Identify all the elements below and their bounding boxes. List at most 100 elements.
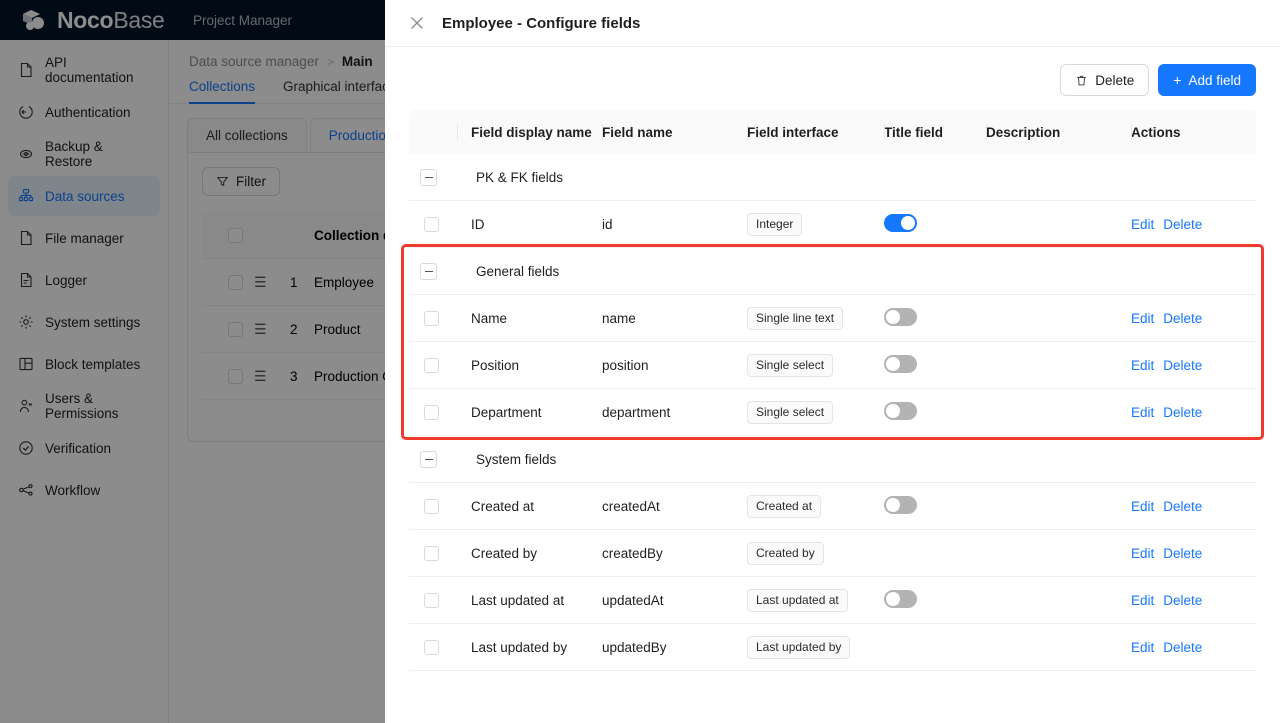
field-row[interactable]: Created atcreatedAtCreated at Edit Delete [409, 483, 1256, 530]
field-actions-cell: Edit Delete [1131, 217, 1256, 232]
field-interface-cell: Last updated at [747, 589, 884, 612]
field-row-checkbox[interactable] [424, 311, 439, 326]
field-name: updatedAt [602, 593, 747, 608]
field-name: createdAt [602, 499, 747, 514]
field-actions-cell: Edit Delete [1131, 405, 1256, 420]
field-actions-cell: Edit Delete [1131, 499, 1256, 514]
field-row[interactable]: NamenameSingle line text Edit Delete [409, 295, 1256, 342]
field-display-name: Position [457, 358, 602, 373]
title-field-cell [884, 402, 986, 423]
trash-icon [1075, 74, 1088, 87]
title-field-toggle[interactable] [884, 308, 917, 326]
field-name: name [602, 311, 747, 326]
delete-link[interactable]: Delete [1163, 358, 1202, 373]
edit-link[interactable]: Edit [1131, 546, 1154, 561]
edit-link[interactable]: Edit [1131, 593, 1154, 608]
field-interface-cell: Single select [747, 401, 884, 424]
field-name: department [602, 405, 747, 420]
header-field-display-name: Field display name [457, 125, 602, 140]
field-name: createdBy [602, 546, 747, 561]
field-interface-tag: Last updated by [747, 636, 850, 659]
edit-link[interactable]: Edit [1131, 405, 1154, 420]
drawer-toolbar: Delete + Add field [409, 64, 1256, 96]
title-field-toggle[interactable] [884, 214, 917, 232]
field-display-name: ID [457, 217, 602, 232]
minus-square-icon[interactable] [420, 263, 437, 280]
field-row[interactable]: DepartmentdepartmentSingle selectEditDel… [409, 389, 1256, 436]
group-collapse-cell [409, 451, 457, 468]
field-row[interactable]: Created bycreatedByCreated by Edit Delete [409, 530, 1256, 577]
field-actions-cell: Edit Delete [1131, 640, 1256, 655]
field-interface-tag: Single select [747, 354, 833, 377]
field-row-checkbox[interactable] [424, 358, 439, 373]
field-row[interactable]: Last updated byupdatedByLast updated byE… [409, 624, 1256, 671]
delete-link[interactable]: Delete [1163, 640, 1202, 655]
field-display-name: Name [457, 311, 602, 326]
title-field-cell [884, 496, 986, 517]
field-interface-tag: Created at [747, 495, 821, 518]
field-name: position [602, 358, 747, 373]
field-display-name: Last updated at [457, 593, 602, 608]
configure-fields-drawer: Employee - Configure fields Delete + Add… [385, 0, 1280, 723]
delete-link[interactable]: Delete [1163, 311, 1202, 326]
field-row-checkbox-cell [409, 499, 457, 514]
field-row-checkbox[interactable] [424, 593, 439, 608]
field-interface-cell: Integer [747, 213, 884, 236]
field-interface-cell: Single line text [747, 307, 884, 330]
field-row[interactable]: PositionpositionSingle select Edit Delete [409, 342, 1256, 389]
title-field-toggle[interactable] [884, 496, 917, 514]
field-row-checkbox-cell [409, 358, 457, 373]
field-interface-tag: Single select [747, 401, 833, 424]
field-row-checkbox[interactable] [424, 546, 439, 561]
field-row-checkbox-cell [409, 405, 457, 420]
field-interface-cell: Created by [747, 542, 884, 565]
title-field-toggle[interactable] [884, 590, 917, 608]
field-row-checkbox[interactable] [424, 405, 439, 420]
edit-link[interactable]: Edit [1131, 358, 1154, 373]
field-row-checkbox[interactable] [424, 640, 439, 655]
edit-link[interactable]: Edit [1131, 499, 1154, 514]
title-field-cell [884, 214, 986, 235]
field-row[interactable]: IDidInteger Edit Delete [409, 201, 1256, 248]
field-interface-tag: Integer [747, 213, 802, 236]
delete-link[interactable]: Delete [1163, 546, 1202, 561]
minus-square-icon[interactable] [420, 169, 437, 186]
fields-table-header: Field display name Field name Field inte… [409, 110, 1256, 154]
close-icon[interactable] [409, 15, 425, 31]
add-field-button[interactable]: + Add field [1158, 64, 1256, 96]
delete-link[interactable]: Delete [1163, 593, 1202, 608]
drawer-header: Employee - Configure fields [385, 0, 1280, 47]
field-row-checkbox[interactable] [424, 499, 439, 514]
field-row-checkbox-cell [409, 593, 457, 608]
delete-link[interactable]: Delete [1163, 499, 1202, 514]
title-field-toggle[interactable] [884, 402, 917, 420]
delete-link[interactable]: Delete [1163, 405, 1202, 420]
group-collapse-cell [409, 169, 457, 186]
field-interface-cell: Created at [747, 495, 884, 518]
field-row[interactable]: Last updated atupdatedAtLast updated at E… [409, 577, 1256, 624]
edit-link[interactable]: Edit [1131, 640, 1154, 655]
edit-link[interactable]: Edit [1131, 217, 1154, 232]
title-field-cell [884, 355, 986, 376]
field-name: id [602, 217, 747, 232]
field-row-checkbox[interactable] [424, 217, 439, 232]
header-actions: Actions [1131, 125, 1256, 140]
field-group-label: General fields [457, 264, 559, 279]
field-row-checkbox-cell [409, 311, 457, 326]
edit-link[interactable]: Edit [1131, 311, 1154, 326]
delete-link[interactable]: Delete [1163, 217, 1202, 232]
drawer-title: Employee - Configure fields [442, 15, 640, 32]
header-title-field: Title field [884, 125, 986, 140]
field-row-checkbox-cell [409, 217, 457, 232]
field-name: updatedBy [602, 640, 747, 655]
minus-square-icon[interactable] [420, 451, 437, 468]
field-row-checkbox-cell [409, 640, 457, 655]
field-actions-cell: Edit Delete [1131, 358, 1256, 373]
field-display-name: Created by [457, 546, 602, 561]
delete-button[interactable]: Delete [1060, 64, 1149, 96]
title-field-toggle[interactable] [884, 355, 917, 373]
plus-icon: + [1173, 73, 1181, 87]
field-row-checkbox-cell [409, 546, 457, 561]
drawer-body: Delete + Add field Field display name Fi… [385, 47, 1280, 723]
field-display-name: Created at [457, 499, 602, 514]
